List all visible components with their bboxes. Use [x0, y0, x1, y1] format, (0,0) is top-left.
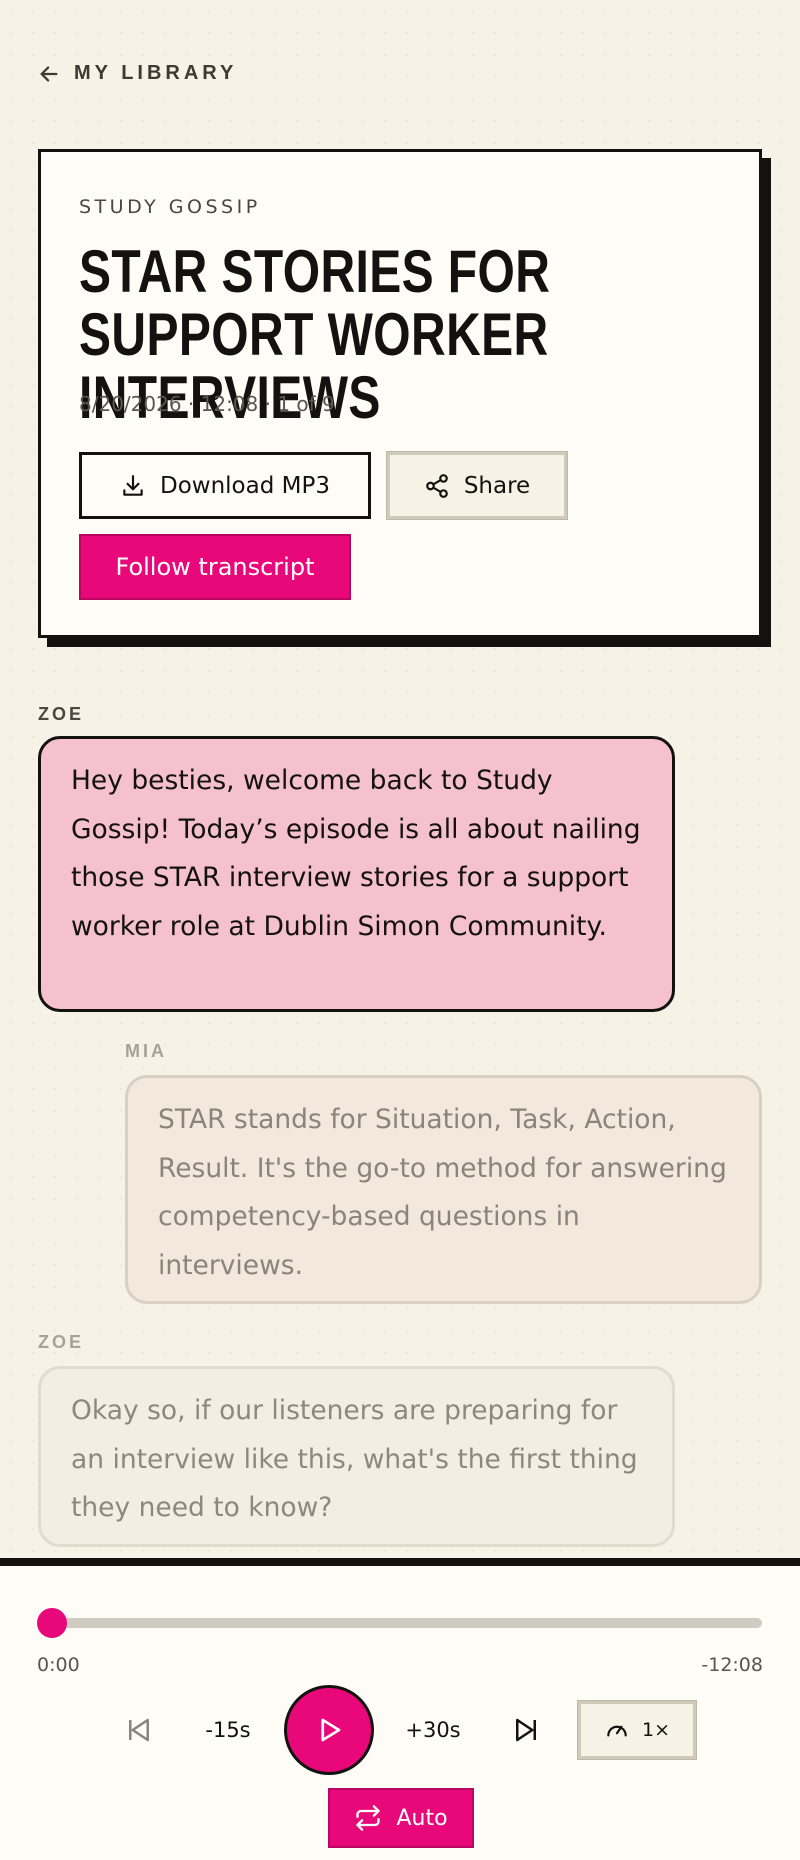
- download-label: Download MP3: [160, 472, 330, 499]
- download-mp3-button[interactable]: Download MP3: [79, 452, 371, 519]
- transcript-bubble[interactable]: STAR stands for Situation, Task, Action,…: [125, 1075, 762, 1304]
- transcript-bubble[interactable]: Okay so, if our listeners are preparing …: [38, 1366, 675, 1547]
- download-icon: [123, 474, 143, 496]
- audio-player: 0:00 -12:08 -15s +30s 1× Auto: [0, 1558, 800, 1860]
- episode-card: STUDY GOSSIP STAR STORIES FOR SUPPORT WO…: [38, 149, 762, 638]
- playback-speed-button[interactable]: 1×: [578, 1701, 696, 1759]
- share-icon: [425, 473, 448, 498]
- speaker-label: MIA: [125, 1041, 167, 1061]
- show-name: STUDY GOSSIP: [79, 196, 261, 218]
- skip-forward-icon: [516, 1718, 536, 1742]
- follow-transcript-label: Follow transcript: [115, 553, 315, 581]
- skip-back-icon: [129, 1718, 149, 1742]
- forward-30-button[interactable]: +30s: [398, 1708, 468, 1752]
- remaining-time: -12:08: [701, 1654, 763, 1676]
- play-button[interactable]: [284, 1685, 374, 1775]
- speed-label: 1×: [641, 1719, 670, 1741]
- next-button[interactable]: [505, 1708, 547, 1752]
- speaker-label: ZOE: [38, 704, 85, 724]
- back-to-library-link[interactable]: MY LIBRARY: [38, 62, 237, 85]
- previous-button[interactable]: [118, 1708, 160, 1752]
- transcript-bubble-active[interactable]: Hey besties, welcome back to Study Gossi…: [38, 736, 675, 1012]
- speaker-label: ZOE: [38, 1332, 85, 1352]
- elapsed-time: 0:00: [37, 1654, 80, 1676]
- play-icon: [321, 1718, 341, 1742]
- gauge-icon: [607, 1725, 627, 1737]
- auto-toggle-button[interactable]: Auto: [328, 1788, 474, 1848]
- progress-track[interactable]: [52, 1618, 762, 1628]
- share-button[interactable]: Share: [387, 452, 567, 519]
- follow-transcript-button[interactable]: Follow transcript: [79, 534, 351, 600]
- arrow-left-icon: [40, 65, 58, 82]
- episode-meta: 8/20/2026 · 12:08 · 1 of 9: [79, 392, 335, 416]
- progress-thumb[interactable]: [37, 1608, 67, 1638]
- back-label: MY LIBRARY: [74, 62, 238, 84]
- repeat-icon: [356, 1805, 381, 1831]
- auto-label: Auto: [396, 1805, 448, 1831]
- share-label: Share: [463, 472, 531, 499]
- rewind-15-button[interactable]: -15s: [196, 1708, 260, 1752]
